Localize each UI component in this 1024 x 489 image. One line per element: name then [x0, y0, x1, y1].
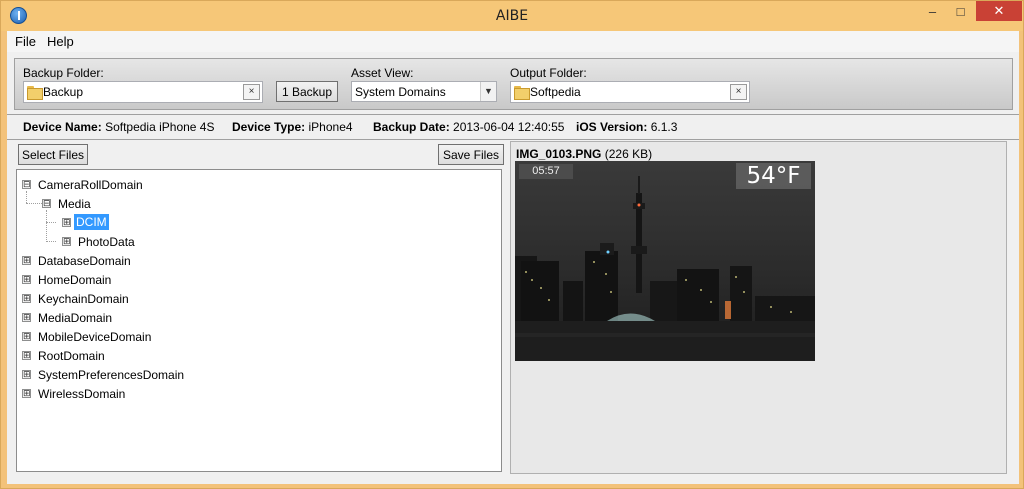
- expand-icon[interactable]: ⊞: [62, 237, 71, 246]
- preview-file-name: IMG_0103.PNG: [516, 147, 602, 161]
- device-info-bar: Device Name: Softpedia iPhone 4S Device …: [7, 114, 1019, 140]
- time-badge: 05:57: [519, 164, 573, 179]
- folder-icon: [27, 86, 43, 100]
- backup-date-value: 2013-06-04 12:40:55: [453, 120, 565, 134]
- menu-file[interactable]: File: [15, 34, 36, 49]
- asset-view-select[interactable]: System Domains ▼: [351, 81, 497, 102]
- expand-icon[interactable]: ⊞: [22, 256, 31, 265]
- device-name-value: Softpedia iPhone 4S: [105, 120, 215, 134]
- expand-icon[interactable]: ⊞: [22, 275, 31, 284]
- tree-item-domain[interactable]: ⊞ KeychainDomain: [17, 290, 497, 308]
- client-area: File Help Backup Folder: Backup × 1 Back…: [7, 31, 1019, 484]
- device-type-value: iPhone4: [308, 120, 353, 134]
- backup-date-label: Backup Date:: [373, 120, 450, 134]
- expand-icon[interactable]: ⊞: [22, 313, 31, 322]
- tree-item-label: RootDomain: [38, 349, 105, 363]
- device-type-label: Device Type:: [232, 120, 306, 134]
- tree-item-label: DCIM: [74, 214, 109, 230]
- tree-item-domain[interactable]: ⊞ RootDomain: [17, 347, 497, 365]
- preview-file-title: IMG_0103.PNG (226 KB): [516, 147, 652, 161]
- clear-output-folder-button[interactable]: ×: [730, 84, 747, 100]
- expand-icon[interactable]: ⊞: [22, 332, 31, 341]
- output-folder-field[interactable]: Softpedia ×: [510, 81, 750, 103]
- tree-item-photo-data[interactable]: ⊞ PhotoData: [17, 233, 497, 251]
- toolbar: Backup Folder: Backup × 1 Backup Asset V…: [14, 58, 1013, 110]
- menu-help[interactable]: Help: [47, 34, 74, 49]
- tree-item-label: KeychainDomain: [38, 292, 129, 306]
- temperature-badge: 54°F: [736, 163, 811, 189]
- select-files-button[interactable]: Select Files: [18, 144, 88, 165]
- expand-icon[interactable]: ⊞: [22, 294, 31, 303]
- tree-item-label: Media: [58, 197, 91, 211]
- tree-item-media[interactable]: ⊟ Media: [17, 195, 497, 213]
- image-preview: 05:57 54°F: [515, 161, 815, 361]
- minimize-button[interactable]: –: [919, 1, 946, 21]
- backup-date-info: Backup Date: 2013-06-04 12:40:55: [373, 120, 564, 134]
- file-browser-pane: Select Files Save Files ⊟ CameraRollDoma…: [13, 141, 504, 474]
- device-name-info: Device Name: Softpedia iPhone 4S: [23, 120, 214, 134]
- tree-item-dcim[interactable]: ⊞ DCIM: [17, 214, 497, 232]
- expand-icon[interactable]: ⊞: [22, 351, 31, 360]
- expand-icon[interactable]: ⊞: [22, 389, 31, 398]
- tree-item-domain[interactable]: ⊞ MediaDomain: [17, 309, 497, 327]
- tree-item-label: HomeDomain: [38, 273, 112, 287]
- tree-item-domain[interactable]: ⊞ DatabaseDomain: [17, 252, 497, 270]
- backup-count-button[interactable]: 1 Backup: [276, 81, 338, 102]
- backup-folder-label: Backup Folder:: [23, 66, 104, 80]
- tree-item-domain[interactable]: ⊞ WirelessDomain: [17, 385, 497, 403]
- backup-folder-field[interactable]: Backup ×: [23, 81, 263, 103]
- tree-item-label: MediaDomain: [38, 311, 113, 325]
- output-folder-label: Output Folder:: [510, 66, 587, 80]
- menu-bar: File Help: [7, 31, 1019, 52]
- domain-tree[interactable]: ⊟ CameraRollDomain ⊟ Media ⊞ DCIM ⊞ Phot…: [16, 169, 502, 472]
- tree-item-label: WirelessDomain: [38, 387, 126, 401]
- title-bar[interactable]: AIBE – □ ✕: [1, 1, 1023, 31]
- close-button[interactable]: ✕: [976, 1, 1022, 21]
- collapse-icon[interactable]: ⊟: [42, 199, 51, 208]
- tree-item-label: MobileDeviceDomain: [38, 330, 152, 344]
- collapse-icon[interactable]: ⊟: [22, 180, 31, 189]
- tree-item-camera-roll-domain[interactable]: ⊟ CameraRollDomain: [17, 176, 497, 194]
- ios-version-info: iOS Version: 6.1.3: [576, 120, 677, 134]
- output-folder-value: Softpedia: [530, 85, 581, 99]
- asset-view-value: System Domains: [355, 85, 446, 99]
- clear-backup-folder-button[interactable]: ×: [243, 84, 260, 100]
- ios-version-label: iOS Version:: [576, 120, 648, 134]
- tree-item-label: PhotoData: [78, 235, 135, 249]
- tree-item-domain[interactable]: ⊞ HomeDomain: [17, 271, 497, 289]
- ios-version-value: 6.1.3: [650, 120, 678, 134]
- app-window: AIBE – □ ✕ File Help Backup Folder: Back…: [0, 0, 1024, 489]
- asset-view-label: Asset View:: [351, 66, 414, 80]
- tree-item-label: CameraRollDomain: [38, 178, 143, 192]
- device-type-info: Device Type: iPhone4: [232, 120, 353, 134]
- preview-pane: IMG_0103.PNG (226 KB) 05:57 54°F: [510, 141, 1007, 474]
- night-skyline-image: [515, 161, 815, 361]
- save-files-button[interactable]: Save Files: [438, 144, 504, 165]
- tree-item-domain[interactable]: ⊞ SystemPreferencesDomain: [17, 366, 497, 384]
- tree-item-label: SystemPreferencesDomain: [38, 368, 185, 382]
- tree-item-domain[interactable]: ⊞ MobileDeviceDomain: [17, 328, 497, 346]
- backup-folder-value: Backup: [43, 85, 84, 99]
- expand-icon[interactable]: ⊞: [22, 370, 31, 379]
- chevron-down-icon[interactable]: ▼: [480, 82, 496, 101]
- maximize-button[interactable]: □: [947, 1, 974, 21]
- folder-icon: [514, 86, 530, 100]
- preview-file-size: (226 KB): [604, 147, 653, 161]
- tree-item-label: DatabaseDomain: [38, 254, 131, 268]
- window-title: AIBE: [495, 8, 529, 24]
- expand-icon[interactable]: ⊞: [62, 218, 71, 227]
- device-name-label: Device Name:: [23, 120, 102, 134]
